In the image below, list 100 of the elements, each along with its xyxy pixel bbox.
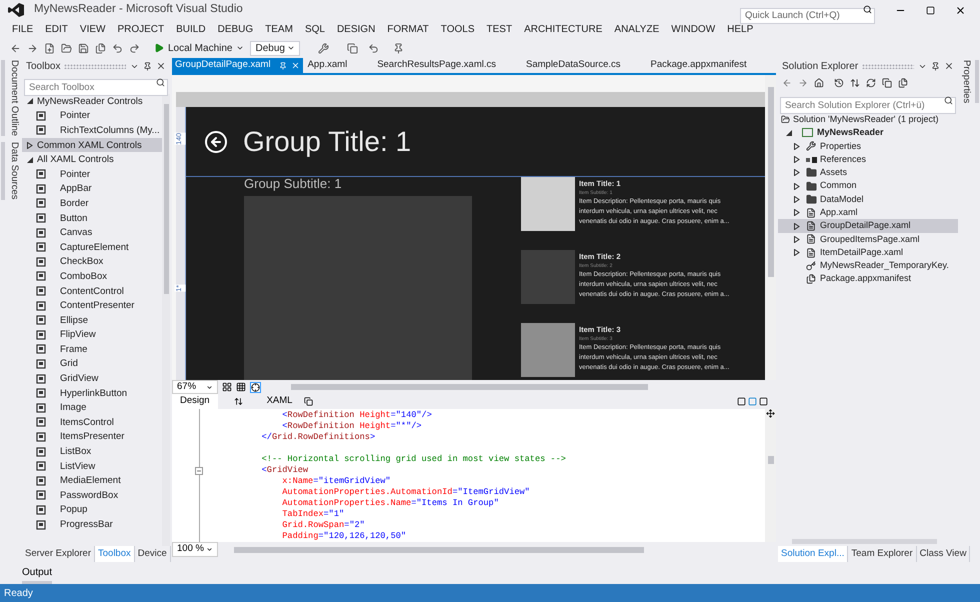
redo-icon[interactable]: [129, 42, 140, 54]
tree-item[interactable]: App.xaml: [778, 206, 958, 220]
pin-icon[interactable]: [393, 42, 404, 54]
menu-item[interactable]: TOOLS: [434, 22, 480, 36]
tree-item[interactable]: Properties: [778, 140, 958, 153]
open-icon[interactable]: [61, 42, 72, 54]
snap-icon[interactable]: [250, 382, 261, 392]
toolbox-item[interactable]: ListView: [22, 458, 162, 474]
tree-item[interactable]: MyNewsReader: [778, 126, 958, 140]
toolbox-item[interactable]: PasswordBox: [22, 488, 162, 503]
side-tab[interactable]: Properties: [958, 60, 980, 104]
scrollbar-thumb[interactable]: [768, 456, 774, 464]
caret-icon[interactable]: [236, 44, 244, 52]
toolbox-item[interactable]: CheckBox: [22, 254, 162, 270]
toolbox-item[interactable]: ContentPresenter: [22, 298, 162, 313]
toolbox-item[interactable]: Pointer: [22, 108, 162, 124]
view-tab[interactable]: XAML: [258, 394, 300, 409]
menu-item[interactable]: FORMAT: [381, 22, 435, 36]
play-icon[interactable]: [154, 43, 164, 53]
toolbox-item[interactable]: MediaElement: [22, 473, 162, 488]
new-file-icon[interactable]: [44, 42, 55, 54]
toolbox-item[interactable]: RichTextColumns (My...: [22, 123, 162, 138]
toolbox-item[interactable]: Popup: [22, 502, 162, 518]
show-all-files-icon[interactable]: [898, 78, 908, 88]
menu-item[interactable]: WINDOW: [665, 22, 722, 36]
maximize-icon[interactable]: [926, 6, 935, 14]
tree-item[interactable]: Package.appxmanifest: [778, 272, 958, 286]
configuration-combo[interactable]: Debug: [250, 40, 300, 56]
quick-launch-field[interactable]: Quick Launch (Ctrl+Q): [740, 8, 875, 24]
document-tab[interactable]: SearchResultsPage.xaml.cs: [374, 58, 499, 73]
pin-icon[interactable]: [931, 62, 940, 70]
snap-grid-icon[interactable]: [236, 382, 246, 392]
search-field[interactable]: Search Toolbox: [24, 79, 168, 96]
menu-item[interactable]: SQL: [298, 22, 331, 36]
menu-item[interactable]: TEST: [480, 22, 518, 36]
toolbox-item[interactable]: Image: [22, 400, 162, 416]
toolbox-item[interactable]: ProgressBar: [22, 517, 162, 532]
toolbox-item[interactable]: AppBar: [22, 182, 162, 196]
home-icon[interactable]: [814, 78, 824, 88]
caret-icon[interactable]: [206, 384, 213, 390]
menu-item[interactable]: FILE: [6, 22, 40, 36]
tree-item[interactable]: Assets: [778, 166, 958, 180]
panel-tab[interactable]: Device: [134, 546, 171, 562]
back-icon[interactable]: [10, 42, 21, 54]
search-field[interactable]: Search Solution Explorer (Ctrl+ü): [780, 97, 956, 114]
document-tab[interactable]: SampleDataSource.cs: [523, 58, 624, 73]
expanded-icon[interactable]: [786, 130, 792, 136]
toolbox-group[interactable]: All XAML Controls: [22, 152, 162, 167]
menu-item[interactable]: HELP: [721, 22, 760, 36]
swap-icon[interactable]: [234, 397, 243, 406]
tree-item[interactable]: ItemDetailPage.xaml: [778, 246, 958, 260]
panel-tab[interactable]: Solution Expl...: [778, 546, 848, 562]
tree-item[interactable]: Common: [778, 179, 958, 193]
close-icon[interactable]: [156, 61, 166, 71]
run-button[interactable]: Local Machine: [154, 40, 244, 56]
expanded-icon[interactable]: [27, 156, 33, 163]
menu-item[interactable]: TEAM: [259, 22, 299, 36]
toolbox-item[interactable]: HyperlinkButton: [22, 386, 162, 400]
toolbox-item[interactable]: ContentControl: [22, 284, 162, 298]
toolbox-item[interactable]: Border: [22, 196, 162, 211]
copy-icon[interactable]: [347, 42, 358, 54]
grid-icon[interactable]: [222, 382, 232, 392]
toolbox-item[interactable]: Pointer: [22, 166, 162, 182]
history-icon[interactable]: [834, 78, 844, 88]
forward-icon[interactable]: [27, 42, 38, 54]
zoom-combo[interactable]: 100 %: [172, 542, 218, 557]
tree-item[interactable]: GroupedItemsPage.xaml: [778, 232, 958, 246]
document-tab[interactable]: App.xaml: [304, 58, 350, 73]
toolbox-group[interactable]: Common XAML Controls: [22, 138, 162, 152]
undo-icon[interactable]: [112, 42, 123, 54]
toolbox-item[interactable]: GridView: [22, 371, 162, 386]
toolbox-item[interactable]: Canvas: [22, 225, 162, 240]
forward-icon[interactable]: [798, 78, 808, 88]
tool-icon[interactable]: [318, 42, 330, 54]
back-icon[interactable]: [204, 130, 228, 154]
search-icon[interactable]: [944, 96, 953, 105]
menu-item[interactable]: ARCHITECTURE: [518, 22, 608, 36]
undo-icon[interactable]: [368, 42, 380, 54]
menu-item[interactable]: ANALYZE: [608, 22, 666, 36]
toolbox-item[interactable]: ItemsControl: [22, 415, 162, 430]
toolbox-item[interactable]: ItemsPresenter: [22, 430, 162, 444]
toolbox-item[interactable]: Frame: [22, 342, 162, 357]
close-icon[interactable]: [944, 61, 954, 71]
menu-item[interactable]: DEBUG: [212, 22, 260, 36]
toolbox-item[interactable]: FlipView: [22, 328, 162, 342]
toolbox-item[interactable]: Ellipse: [22, 312, 162, 328]
collapse-icon[interactable]: [195, 466, 203, 474]
panel-tab[interactable]: Toolbox: [95, 546, 135, 562]
zoom-combo[interactable]: 67%: [172, 380, 218, 394]
search-icon[interactable]: [156, 78, 165, 87]
document-tab[interactable]: Package.appxmanifest: [648, 58, 750, 73]
menu-item[interactable]: EDIT: [39, 22, 74, 36]
menu-item[interactable]: VIEW: [74, 22, 112, 36]
tree-item[interactable]: GroupDetailPage.xaml: [778, 219, 958, 233]
expanded-icon[interactable]: [27, 98, 33, 104]
toolbox-item[interactable]: ListBox: [22, 444, 162, 459]
refresh-icon[interactable]: [866, 78, 876, 88]
caret-icon[interactable]: [206, 546, 213, 553]
toolbox-item[interactable]: ComboBox: [22, 269, 162, 284]
menu-item[interactable]: PROJECT: [111, 22, 170, 36]
